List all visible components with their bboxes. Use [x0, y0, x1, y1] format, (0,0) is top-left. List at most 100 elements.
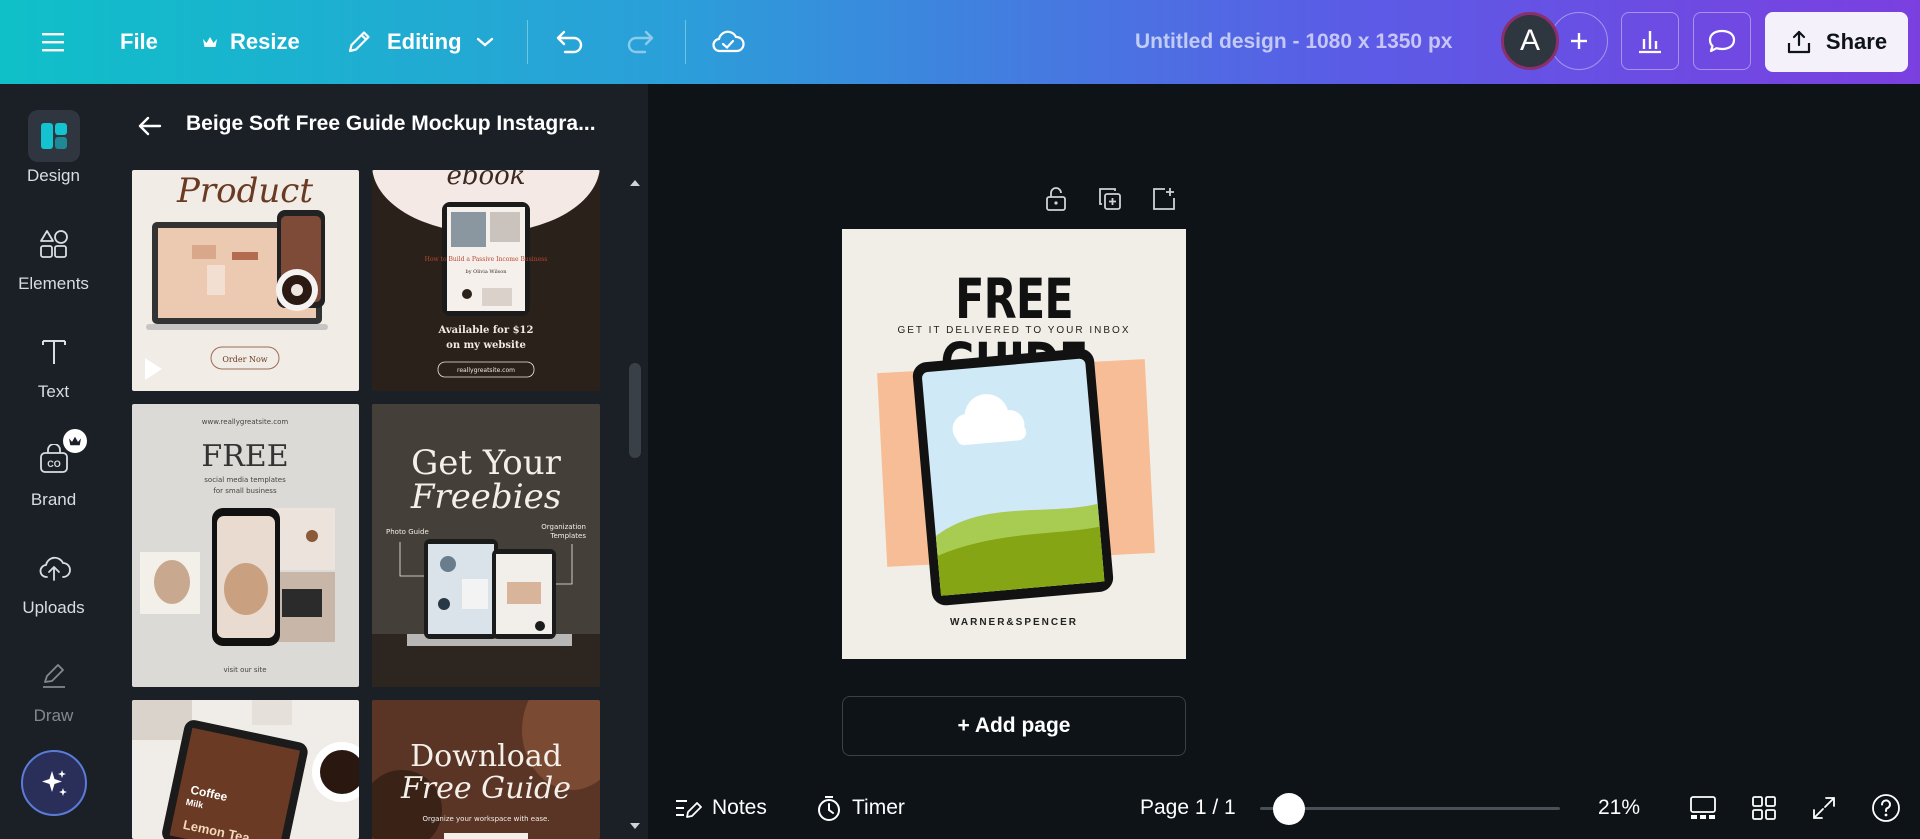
- duplicate-icon: [1099, 188, 1121, 210]
- template-thumb-free-social[interactable]: www.reallygreatsite.com FREE social medi…: [132, 404, 359, 687]
- uploads-icon: [28, 542, 80, 594]
- thumb-book-author: by Olivia Wilson: [466, 269, 508, 275]
- grid-view-button[interactable]: [1750, 776, 1778, 839]
- comment-icon: [1708, 29, 1736, 53]
- magic-assistant-button[interactable]: [21, 750, 87, 816]
- chevron-down-icon: [476, 37, 493, 47]
- undo-icon: [556, 30, 583, 54]
- notes-icon: [676, 799, 702, 818]
- thumb-price: Available for $12: [438, 325, 534, 336]
- page-view-icon: [1690, 795, 1716, 819]
- cloud-check-icon: [712, 30, 745, 53]
- rail-item-draw[interactable]: Draw: [0, 650, 107, 726]
- thumb-right-label2: Templates: [549, 532, 586, 540]
- resize-label: Resize: [230, 29, 300, 54]
- redo-button[interactable]: [625, 0, 655, 84]
- save-status-button[interactable]: [711, 0, 745, 84]
- template-thumb-ebook[interactable]: ebook How to Build a Passive Income Busi…: [372, 170, 600, 391]
- share-button[interactable]: Share: [1765, 12, 1908, 72]
- document-title[interactable]: Untitled design - 1080 x 1350 px: [1135, 0, 1452, 84]
- template-thumb-product[interactable]: Product Order Now: [132, 170, 359, 391]
- page-view-button[interactable]: [1688, 776, 1718, 839]
- duplicate-page-button[interactable]: [1096, 185, 1124, 213]
- design-brand[interactable]: WARNER&SPENCER: [842, 617, 1186, 628]
- crown-icon: [203, 37, 217, 47]
- expand-icon: [1813, 796, 1835, 819]
- back-button[interactable]: [137, 114, 163, 143]
- rail-item-uploads[interactable]: Uploads: [0, 542, 107, 618]
- left-rail: Design Elements Text CO Brand Uploads Dr…: [0, 84, 107, 839]
- top-bar: File Resize Editing Untitled design - 10…: [0, 0, 1920, 84]
- comments-button[interactable]: [1693, 12, 1751, 70]
- bar-chart-icon: [1639, 31, 1661, 54]
- help-button[interactable]: [1870, 776, 1902, 839]
- notes-label: Notes: [712, 795, 767, 819]
- thumb-line2: Free Guide: [400, 771, 571, 806]
- zoom-label: 21%: [1598, 795, 1641, 819]
- rail-item-label: Design: [27, 166, 80, 185]
- page-indicator[interactable]: Page 1 / 1: [1140, 776, 1236, 839]
- template-grid: Product Order Now ebook How to Build a P…: [132, 170, 612, 839]
- add-page-button[interactable]: + Add page: [842, 696, 1186, 756]
- rail-item-design[interactable]: Design: [0, 110, 107, 186]
- rail-item-label: Text: [37, 382, 70, 401]
- draw-icon: [28, 650, 80, 702]
- share-upload-icon: [1787, 30, 1811, 54]
- share-label: Share: [1825, 29, 1888, 54]
- thumb-url: reallygreatsite.com: [457, 367, 515, 374]
- file-menu-button[interactable]: File: [120, 0, 158, 84]
- rail-item-label: Draw: [33, 706, 74, 725]
- thumb-price-sub: on my website: [446, 340, 526, 351]
- rail-item-elements[interactable]: Elements: [0, 218, 107, 294]
- add-page-top-button[interactable]: [1150, 185, 1178, 213]
- help-icon: [1872, 793, 1900, 822]
- scroll-up-icon[interactable]: [624, 176, 646, 190]
- design-page[interactable]: FREE GUIDE GET IT DELIVERED TO YOUR INBO…: [842, 229, 1186, 659]
- resize-button[interactable]: Resize: [202, 0, 300, 84]
- add-page-icon: [1153, 188, 1175, 210]
- insights-button[interactable]: [1621, 12, 1679, 70]
- sparkle-icon: [42, 770, 67, 796]
- scroll-down-icon[interactable]: [624, 819, 646, 833]
- thumb-sub1: social media templates: [204, 476, 286, 484]
- design-icon: [27, 110, 80, 162]
- page-label: Page 1 / 1: [1140, 795, 1236, 819]
- panel-scrollbar[interactable]: [624, 170, 646, 839]
- template-thumb-download[interactable]: Download Free Guide Organize your worksp…: [372, 700, 600, 839]
- avatar[interactable]: A: [1501, 12, 1559, 70]
- main-menu-button[interactable]: [40, 0, 66, 84]
- pencil-icon: [348, 31, 370, 53]
- thumb-book-title: How to Build a Passive Income Business: [425, 256, 548, 263]
- fullscreen-button[interactable]: [1810, 776, 1838, 839]
- rail-item-brand[interactable]: CO Brand: [0, 434, 107, 510]
- thumb-url: www.reallygreatsite.com: [202, 418, 289, 426]
- notes-button[interactable]: Notes: [674, 776, 767, 839]
- canvas-area: [648, 84, 1920, 764]
- zoom-percent-button[interactable]: 21%: [1598, 776, 1640, 839]
- thumb-sub2: for small business: [213, 487, 277, 495]
- thumb-order-button: Order Now: [222, 355, 267, 364]
- tablet-mockup[interactable]: [842, 229, 1186, 659]
- hamburger-icon: [42, 33, 64, 52]
- svg-text:CO: CO: [47, 459, 61, 469]
- lock-button[interactable]: [1042, 185, 1070, 213]
- editing-mode-dropdown[interactable]: Editing: [345, 0, 494, 84]
- template-thumb-freebies[interactable]: Get Your Freebies Photo Guide Organizati…: [372, 404, 600, 687]
- arrow-left-icon: [138, 116, 162, 136]
- scroll-thumb[interactable]: [629, 363, 641, 458]
- zoom-slider-track[interactable]: [1260, 807, 1560, 810]
- rail-item-label: Elements: [18, 274, 89, 293]
- rail-item-label: Brand: [30, 490, 77, 509]
- rail-item-text[interactable]: Text: [0, 326, 107, 402]
- editing-label: Editing: [387, 29, 462, 54]
- file-label: File: [120, 29, 158, 54]
- thumb-sub: Organize your workspace with ease.: [422, 815, 549, 823]
- thumb-left-label: Photo Guide: [386, 528, 429, 536]
- zoom-slider-knob[interactable]: [1272, 793, 1305, 825]
- timer-button[interactable]: Timer: [816, 776, 905, 839]
- text-icon: [28, 326, 80, 378]
- undo-button[interactable]: [555, 0, 585, 84]
- template-thumb-coffee[interactable]: Coffee Milk Lemon Tea: [132, 700, 359, 839]
- panel-header: Beige Soft Free Guide Mockup Instagra...: [107, 84, 648, 170]
- lock-icon: [1046, 187, 1066, 211]
